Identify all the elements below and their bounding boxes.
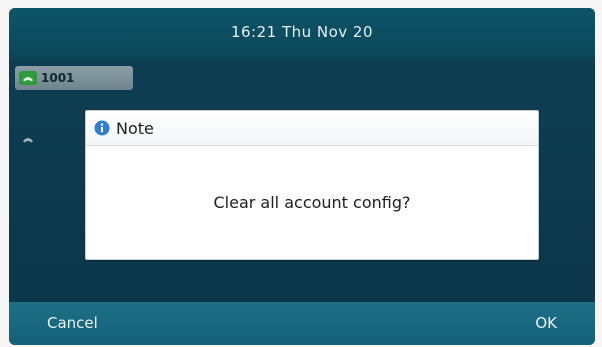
line-key-1001[interactable]: 1001 bbox=[15, 66, 133, 90]
line-key-label: 1001 bbox=[41, 71, 75, 85]
phone-screen: 16:21 Thu Nov 20 1001 Note Clear all acc… bbox=[9, 8, 595, 345]
cancel-softkey[interactable]: Cancel bbox=[37, 302, 108, 345]
dialog-title: Note bbox=[116, 118, 154, 138]
status-datetime: 16:21 Thu Nov 20 bbox=[230, 23, 374, 41]
phone-icon bbox=[19, 71, 37, 85]
info-icon bbox=[94, 120, 110, 136]
phone-icon bbox=[23, 138, 33, 143]
dialog-header: Note bbox=[86, 111, 538, 146]
status-bar: 16:21 Thu Nov 20 bbox=[9, 8, 595, 60]
ok-softkey[interactable]: OK bbox=[525, 302, 567, 345]
softkey-bar: Cancel OK bbox=[9, 302, 595, 345]
phone-device: 16:21 Thu Nov 20 1001 Note Clear all acc… bbox=[0, 0, 602, 347]
note-dialog: Note Clear all account config? bbox=[85, 110, 539, 260]
dialog-message: Clear all account config? bbox=[213, 192, 411, 212]
